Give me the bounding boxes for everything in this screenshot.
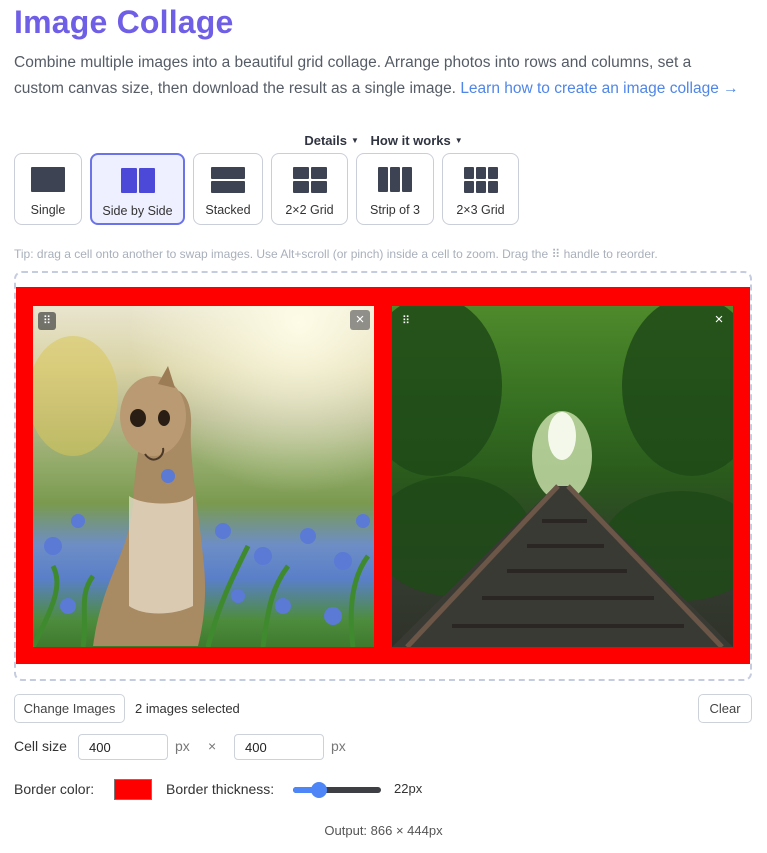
change-images-button[interactable]: Change Images (14, 694, 125, 723)
close-icon[interactable]: × (350, 310, 370, 330)
layout-stacked-button[interactable]: Stacked (193, 153, 263, 225)
chipmunk-photo (33, 306, 374, 647)
layout-side-by-side-button[interactable]: Side by Side (90, 153, 185, 225)
layout-label: Side by Side (102, 204, 173, 218)
intro-text: Combine multiple images into a beautiful… (14, 50, 759, 102)
slider-thumb[interactable] (311, 782, 328, 798)
railway-photo (392, 306, 733, 647)
info-links: Details ▼ How it works ▼ (0, 133, 767, 148)
layout-label: Stacked (205, 203, 251, 217)
output-size: Output: 866 × 444px (324, 823, 443, 838)
close-icon[interactable]: × (709, 310, 729, 330)
strip-of-3-icon (378, 167, 412, 192)
side-by-side-layout-icon (120, 168, 155, 193)
cell-width-input[interactable] (78, 734, 168, 760)
how-it-works-label: How it works (370, 133, 451, 148)
drag-handle-icon[interactable]: ⠿ (38, 312, 56, 330)
how-it-works-toggle[interactable]: How it works ▼ (371, 133, 463, 148)
collage-cell-2[interactable]: ⠿ × (392, 306, 733, 647)
cell-height-input[interactable] (234, 734, 324, 760)
layout-2x3-grid-button[interactable]: 2×3 Grid (442, 153, 519, 225)
stacked-layout-icon (211, 167, 245, 193)
border-color-label: Border color: (14, 781, 95, 797)
grid-2x3-icon (463, 167, 498, 193)
border-thickness-slider[interactable] (293, 782, 381, 798)
tip-text: Tip: drag a cell onto another to swap im… (14, 247, 658, 261)
page-title: Image Collage (14, 4, 234, 40)
details-label: Details (304, 133, 347, 148)
intro-line-2: custom canvas size, then download the re… (14, 80, 461, 97)
layout-label: 2×3 Grid (456, 203, 505, 217)
cell-size-label: Cell size (14, 738, 67, 754)
drag-handle-icon[interactable]: ⠿ (397, 312, 415, 330)
layout-strip-of-3-button[interactable]: Strip of 3 (356, 153, 434, 225)
grid-2x2-icon (292, 167, 327, 193)
selection-status: 2 images selected (135, 701, 240, 716)
border-thickness-label: Border thickness: (166, 781, 275, 797)
collage-cell-1[interactable]: ⠿ × (33, 306, 374, 647)
layout-label: Strip of 3 (369, 203, 421, 217)
border-thickness-value: 22px (394, 781, 423, 796)
caret-down-icon: ▼ (350, 136, 359, 145)
layout-label: Single (30, 203, 66, 217)
layout-2x2-grid-button[interactable]: 2×2 Grid (271, 153, 348, 225)
border-color-swatch[interactable] (114, 779, 152, 800)
layout-label: 2×2 Grid (285, 203, 334, 217)
layout-single-button[interactable]: Single (14, 153, 82, 225)
caret-down-icon: ▼ (454, 136, 463, 145)
height-unit: px (331, 738, 346, 754)
times-sign: × (208, 738, 217, 754)
learn-link[interactable]: Learn how to create an image collage → (460, 80, 738, 97)
width-unit: px (175, 738, 190, 754)
clear-button[interactable]: Clear (698, 694, 752, 723)
intro-line-1: Combine multiple images into a beautiful… (14, 54, 692, 71)
details-toggle[interactable]: Details ▼ (304, 133, 359, 148)
single-layout-icon (31, 167, 65, 192)
